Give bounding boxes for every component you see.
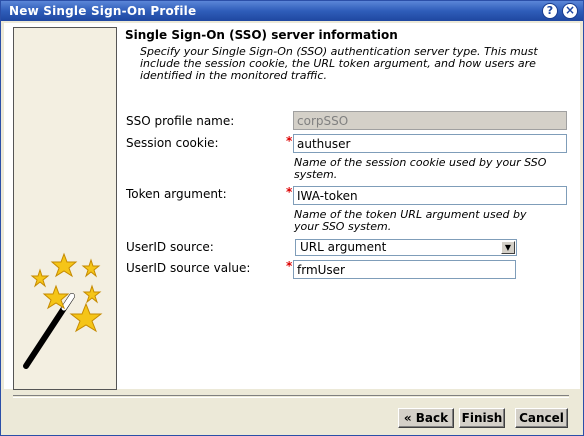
userid-source-value-label: UserID source value: xyxy=(126,261,251,275)
token-argument-label: Token argument: xyxy=(126,187,227,201)
dropdown-arrow-icon[interactable]: ▼ xyxy=(501,241,515,254)
finish-button[interactable]: Finish xyxy=(459,408,505,428)
section-heading: Single Sign-On (SSO) server information xyxy=(125,28,398,42)
token-argument-hint: Name of the token URL argument used by y… xyxy=(294,208,527,233)
help-icon[interactable]: ? xyxy=(542,3,558,19)
sso-profile-name-field xyxy=(293,111,567,130)
section-description: Specify your Single Sign-On (SSO) authen… xyxy=(140,45,538,82)
dialog-window: New Single Sign-On Profile ? × Single Si… xyxy=(0,0,584,436)
cancel-button[interactable]: Cancel xyxy=(515,408,568,428)
title-bar[interactable]: New Single Sign-On Profile ? × xyxy=(1,1,583,21)
required-marker: * xyxy=(286,185,293,199)
required-marker: * xyxy=(286,259,293,273)
userid-source-value-field[interactable] xyxy=(293,260,516,279)
wizard-side-panel xyxy=(13,27,117,390)
window-title: New Single Sign-On Profile xyxy=(9,4,197,18)
session-cookie-label: Session cookie: xyxy=(126,136,219,150)
magic-wand-icon xyxy=(23,252,103,369)
token-argument-field[interactable] xyxy=(293,186,567,205)
userid-source-select[interactable]: URL argument ▼ xyxy=(295,239,517,256)
dialog-content: Single Sign-On (SSO) server information … xyxy=(4,23,580,390)
footer-divider-highlight xyxy=(13,397,569,398)
userid-source-label: UserID source: xyxy=(126,240,214,254)
sso-profile-name-label: SSO profile name: xyxy=(126,114,235,128)
userid-source-selected: URL argument xyxy=(300,240,387,254)
session-cookie-field[interactable] xyxy=(293,134,567,153)
required-marker: * xyxy=(286,134,293,148)
back-button[interactable]: « Back xyxy=(398,408,454,428)
footer-divider xyxy=(13,395,569,396)
session-cookie-hint: Name of the session cookie used by your … xyxy=(294,156,547,181)
close-icon[interactable]: × xyxy=(562,3,578,19)
